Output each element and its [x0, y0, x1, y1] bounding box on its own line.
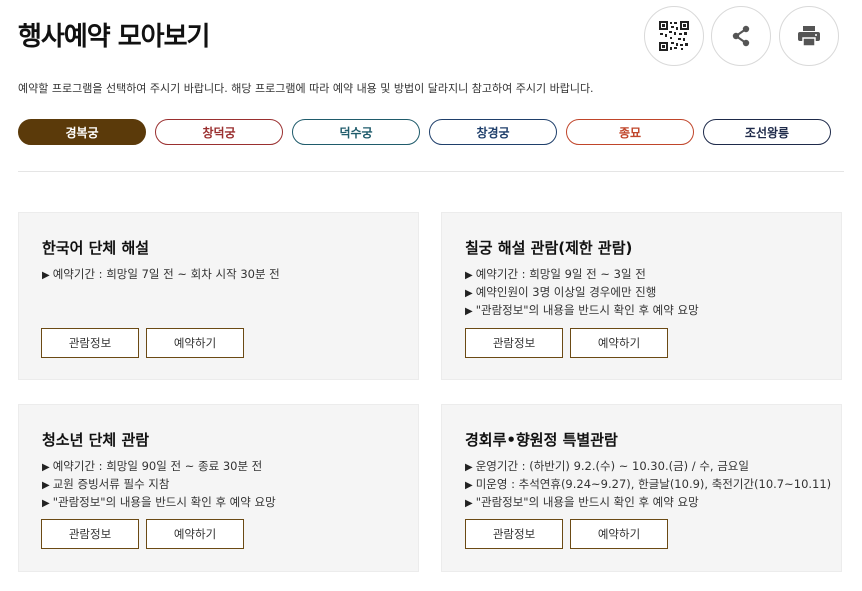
info-button[interactable]: 관람정보: [41, 328, 139, 358]
bullet-triangle-icon: ▶: [465, 288, 473, 299]
program-detail-line: ▶ 예약기간 : 희망일 7일 전 ~ 회차 시작 30분 전: [42, 267, 280, 281]
program-details: ▶ 예약기간 : 희망일 90일 전 ~ 종료 30분 전 ▶ 교원 증빙서류 필수…: [42, 458, 276, 512]
bullet-triangle-icon: ▶: [42, 270, 50, 281]
bullet-triangle-icon: ▶: [42, 480, 50, 491]
program-detail-line: ▶ 미운영 : 추석연휴(9.24~9.27), 한글날(10.9), 축전기간(…: [465, 477, 832, 491]
info-button[interactable]: 관람정보: [41, 519, 139, 549]
program-card: 칠궁 해설 관람(제한 관람) ▶ 예약기간 : 희망일 9일 전 ~ 3일 전 …: [441, 212, 842, 380]
info-button[interactable]: 관람정보: [465, 519, 563, 549]
intro-text: 예약할 프로그램을 선택하여 주시기 바랍니다. 해당 프로그램에 따라 예약 …: [18, 82, 594, 95]
section-divider: [18, 171, 844, 172]
bullet-triangle-icon: ▶: [465, 462, 473, 473]
reserve-button[interactable]: 예약하기: [146, 519, 244, 549]
program-detail-line: ▶ 예약기간 : 희망일 90일 전 ~ 종료 30분 전: [42, 459, 263, 473]
bullet-triangle-icon: ▶: [42, 462, 50, 473]
reserve-button[interactable]: 예약하기: [146, 328, 244, 358]
program-detail-line: ▶ "관람정보"의 내용을 반드시 확인 후 예약 요망: [465, 495, 699, 509]
program-detail-line: ▶ 교원 증빙서류 필수 지참: [42, 477, 170, 491]
program-details: ▶ 운영기간 : (하반기) 9.2.(수) ~ 10.30.(금) / 수, 금…: [465, 458, 831, 512]
tab-changdeokgung[interactable]: 창덕궁: [155, 119, 283, 145]
bullet-triangle-icon: ▶: [465, 306, 473, 317]
program-title: 청소년 단체 관람: [42, 431, 150, 449]
tab-deoksugung[interactable]: 덕수궁: [292, 119, 420, 145]
tab-gyeongbokgung[interactable]: 경복궁: [18, 119, 146, 145]
program-title: 경회루•향원정 특별관람: [465, 431, 618, 449]
print-button[interactable]: [779, 6, 839, 66]
program-details: ▶ 예약기간 : 희망일 7일 전 ~ 회차 시작 30분 전: [42, 266, 280, 284]
info-button[interactable]: 관람정보: [465, 328, 563, 358]
tab-jongmyo[interactable]: 종묘: [566, 119, 694, 145]
palace-tabs: 경복궁 창덕궁 덕수궁 창경궁 종묘 조선왕릉: [18, 119, 831, 145]
program-card: 한국어 단체 해설 ▶ 예약기간 : 희망일 7일 전 ~ 회차 시작 30분 전…: [18, 212, 419, 380]
program-title: 한국어 단체 해설: [42, 239, 150, 257]
page-title: 행사예약 모아보기: [18, 22, 210, 52]
bullet-triangle-icon: ▶: [465, 270, 473, 281]
program-detail-line: ▶ 운영기간 : (하반기) 9.2.(수) ~ 10.30.(금) / 수, 금…: [465, 459, 749, 473]
program-card: 경회루•향원정 특별관람 ▶ 운영기간 : (하반기) 9.2.(수) ~ 10.…: [441, 404, 842, 572]
tab-changgyeonggung[interactable]: 창경궁: [429, 119, 557, 145]
printer-icon: [798, 26, 820, 47]
qr-code-icon: [659, 21, 689, 51]
share-button[interactable]: [711, 6, 771, 66]
reserve-button[interactable]: 예약하기: [570, 519, 668, 549]
bullet-triangle-icon: ▶: [42, 498, 50, 509]
program-details: ▶ 예약기간 : 희망일 9일 전 ~ 3일 전 ▶ 예약인원이 3명 이상일 경우…: [465, 266, 699, 320]
program-title: 칠궁 해설 관람(제한 관람): [465, 239, 633, 257]
program-detail-line: ▶ "관람정보"의 내용을 반드시 확인 후 예약 요망: [42, 495, 276, 509]
program-detail-line: ▶ "관람정보"의 내용을 반드시 확인 후 예약 요망: [465, 303, 699, 317]
program-detail-line: ▶ 예약기간 : 희망일 9일 전 ~ 3일 전: [465, 267, 646, 281]
bullet-triangle-icon: ▶: [465, 498, 473, 509]
qr-code-button[interactable]: [644, 6, 704, 66]
reserve-button[interactable]: 예약하기: [570, 328, 668, 358]
program-detail-line: ▶ 예약인원이 3명 이상일 경우에만 진행: [465, 285, 657, 299]
share-icon: [732, 25, 750, 47]
program-card: 청소년 단체 관람 ▶ 예약기간 : 희망일 90일 전 ~ 종료 30분 전 ▶…: [18, 404, 419, 572]
tab-royal-tombs[interactable]: 조선왕릉: [703, 119, 831, 145]
bullet-triangle-icon: ▶: [465, 480, 473, 491]
